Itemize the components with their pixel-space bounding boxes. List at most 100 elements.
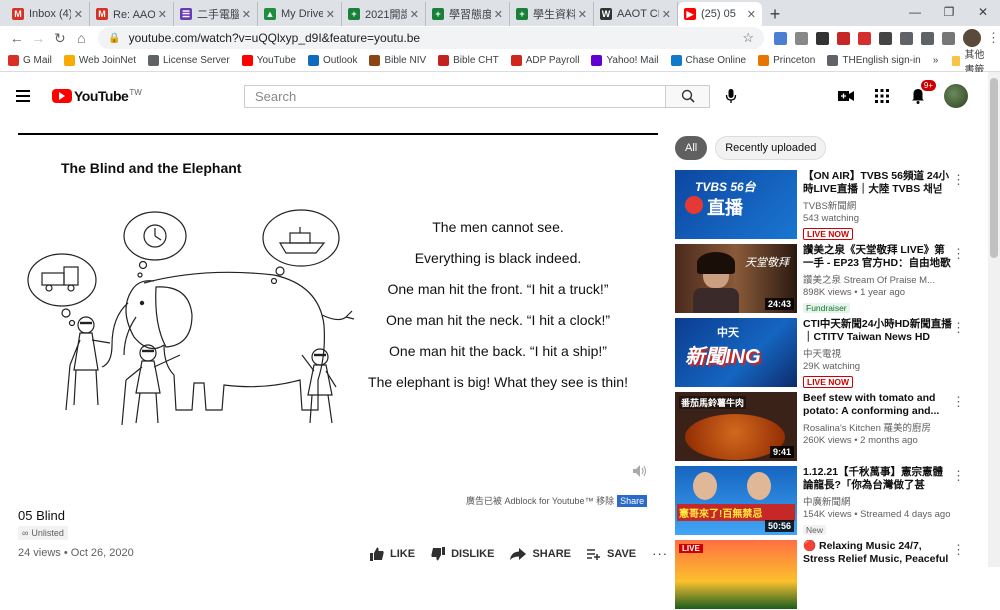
- home-icon[interactable]: ⌂: [71, 27, 93, 49]
- recommended-title[interactable]: 🔴 Relaxing Music 24/7, Stress Relief Mus…: [803, 540, 953, 566]
- search-button[interactable]: [666, 84, 710, 108]
- close-tab-icon[interactable]: ✕: [74, 8, 83, 21]
- profile-avatar[interactable]: [963, 29, 981, 47]
- extension-icon[interactable]: [858, 31, 871, 45]
- close-tab-icon[interactable]: ✕: [747, 8, 756, 21]
- video-thumbnail[interactable]: 中天 新聞ING: [675, 318, 797, 387]
- bookmark-item[interactable]: THEnglish sign-in: [827, 55, 921, 66]
- recommended-title[interactable]: CTI中天新聞24小時HD新聞直播 ｜CTITV Taiwan News HD …: [803, 318, 953, 344]
- more-options-icon[interactable]: ⋮: [952, 468, 965, 484]
- browser-tab[interactable]: + 學習態度評✕: [426, 2, 510, 26]
- chevron-more-icon[interactable]: »: [933, 55, 939, 66]
- browser-tab[interactable]: ▲ My Drive - ✕: [258, 2, 342, 26]
- channel-name[interactable]: 中廣新聞網: [803, 494, 953, 508]
- browser-tab[interactable]: ▶ (25) 05 ✕: [678, 2, 762, 26]
- filter-chip[interactable]: Recently uploaded: [715, 136, 827, 160]
- more-options-icon[interactable]: ⋮: [952, 246, 965, 262]
- other-bookmarks[interactable]: 其他書籤: [964, 46, 994, 76]
- bookmark-item[interactable]: License Server: [147, 55, 230, 66]
- video-thumbnail[interactable]: 憲哥來了!百無禁忌 50:56: [675, 466, 797, 535]
- share-button[interactable]: SHARE: [510, 547, 571, 560]
- video-thumbnail[interactable]: TVBS 56台 直播: [675, 170, 797, 239]
- recommended-title[interactable]: 讚美之泉《天堂敬拜 LIVE》第一手 - EP23 官方HD：自由地歌唱...: [803, 244, 953, 270]
- recommended-video[interactable]: 番茄馬鈴薯牛肉 9:41 Beef stew with tomato and po…: [675, 392, 975, 462]
- bookmark-item[interactable]: ADP Payroll: [510, 55, 579, 66]
- bookmark-item[interactable]: G Mail: [8, 55, 52, 66]
- maximize-icon[interactable]: ❐: [932, 0, 966, 24]
- extension-icon[interactable]: [879, 31, 892, 45]
- forward-icon[interactable]: →: [28, 27, 50, 49]
- more-options-icon[interactable]: ⋮: [952, 320, 965, 336]
- browser-tab[interactable]: M Re: AAOT最✕: [90, 2, 174, 26]
- bookmark-item[interactable]: Princeton: [758, 55, 815, 66]
- menu-icon[interactable]: ⋮: [987, 30, 1000, 46]
- close-tab-icon[interactable]: ✕: [326, 8, 335, 21]
- bookmark-item[interactable]: Yahoo! Mail: [591, 55, 659, 66]
- recommended-title[interactable]: 【ON AIR】TVBS 56頻道 24小時LIVE直播｜大陸 TVBS 채넏5…: [803, 170, 953, 196]
- recommended-title[interactable]: Beef stew with tomato and potato: A conf…: [803, 392, 953, 418]
- search-input[interactable]: Search: [244, 84, 666, 108]
- dislike-button[interactable]: DISLIKE: [431, 546, 494, 561]
- recommended-video[interactable]: 中天 新聞ING CTI中天新聞24小時HD新聞直播 ｜CTITV Taiwan…: [675, 318, 975, 388]
- browser-tab[interactable]: ☰ 二手電腦與✕: [174, 2, 258, 26]
- recommended-video[interactable]: LIVE 🔴 Relaxing Music 24/7, Stress Relie…: [675, 540, 975, 610]
- recommended-video[interactable]: TVBS 56台 直播 【ON AIR】TVBS 56頻道 24小時LIVE直播…: [675, 170, 975, 240]
- save-button[interactable]: SAVE: [586, 548, 636, 560]
- bookmark-item[interactable]: Bible CHT: [438, 55, 499, 66]
- browser-tab[interactable]: W AAOT CMS✕: [594, 2, 678, 26]
- more-options-icon[interactable]: ⋮: [952, 394, 965, 410]
- extension-icon[interactable]: [795, 31, 808, 45]
- close-tab-icon[interactable]: ✕: [158, 8, 167, 21]
- channel-name[interactable]: TVBS新聞網: [803, 198, 953, 212]
- close-tab-icon[interactable]: ✕: [494, 8, 503, 21]
- bookmark-item[interactable]: Outlook: [307, 55, 357, 66]
- bookmark-item[interactable]: Chase Online: [670, 55, 746, 66]
- recommended-title[interactable]: 1.12.21【千秋萬事】憲宗憲體論龍長?「你為台灣做了甚麼?」...: [803, 466, 953, 492]
- hamburger-menu-icon[interactable]: [16, 84, 40, 108]
- bookmark-item[interactable]: Bible NIV: [369, 55, 426, 66]
- playlist-icon[interactable]: [921, 31, 934, 45]
- reload-icon[interactable]: ↻: [49, 27, 71, 49]
- recommended-video[interactable]: 憲哥來了!百無禁忌 50:56 1.12.21【千秋萬事】憲宗憲體論龍長?「你為台…: [675, 466, 975, 536]
- channel-name[interactable]: Rosalina's Kitchen 羅美的廚房: [803, 420, 953, 434]
- browser-tab[interactable]: M Inbox (4) - ✕: [6, 2, 90, 26]
- filter-chip[interactable]: All: [675, 136, 708, 160]
- bookmark-item[interactable]: YouTube: [241, 55, 296, 66]
- more-options-icon[interactable]: ⋮: [952, 172, 965, 188]
- more-options-icon[interactable]: ⋮: [952, 542, 965, 558]
- youtube-logo[interactable]: YouTube TW: [52, 88, 142, 104]
- browser-tab[interactable]: +2021開課清✕: [342, 2, 426, 26]
- extension-icon[interactable]: [774, 31, 787, 45]
- volume-mute-icon[interactable]: [632, 464, 648, 483]
- bookmarks-overflow[interactable]: » 其他書籤: [933, 46, 994, 76]
- page-scrollbar[interactable]: [988, 72, 1000, 567]
- more-actions-icon[interactable]: ···: [652, 546, 668, 561]
- recommended-video[interactable]: 天堂敬拜 24:43 讚美之泉《天堂敬拜 LIVE》第一手 - EP23 官方HD…: [675, 244, 975, 314]
- new-tab-button[interactable]: +: [762, 2, 788, 26]
- close-tab-icon[interactable]: ✕: [410, 8, 419, 21]
- bookmark-star-icon[interactable]: ☆: [742, 30, 754, 46]
- adblock-share-button[interactable]: Share: [617, 494, 648, 507]
- close-tab-icon[interactable]: ✕: [242, 8, 251, 21]
- close-tab-icon[interactable]: ✕: [662, 8, 671, 21]
- close-window-icon[interactable]: ✕: [966, 0, 1000, 24]
- apps-grid-icon[interactable]: [872, 86, 892, 106]
- video-player[interactable]: The Blind and the Elephant The men canno…: [18, 133, 658, 493]
- video-thumbnail[interactable]: 番茄馬鈴薯牛肉 9:41: [675, 392, 797, 461]
- close-tab-icon[interactable]: ✕: [578, 8, 587, 21]
- puzzle-icon[interactable]: [900, 31, 913, 45]
- notifications-bell-icon[interactable]: 9+: [908, 80, 936, 106]
- extension-icon[interactable]: [816, 31, 829, 45]
- video-thumbnail[interactable]: LIVE: [675, 540, 797, 609]
- back-icon[interactable]: ←: [6, 27, 28, 49]
- like-button[interactable]: LIKE: [370, 547, 415, 561]
- scrollbar-thumb[interactable]: [990, 78, 998, 258]
- channel-name[interactable]: 中天電視: [803, 346, 953, 360]
- extension-icon[interactable]: [942, 31, 955, 45]
- channel-name[interactable]: 讚美之泉 Stream Of Praise M...: [803, 272, 953, 286]
- microphone-icon[interactable]: [722, 87, 740, 105]
- minimize-icon[interactable]: —: [898, 0, 932, 24]
- browser-tab[interactable]: + 學生資料表✕: [510, 2, 594, 26]
- create-video-icon[interactable]: [836, 86, 856, 106]
- video-thumbnail[interactable]: 天堂敬拜 24:43: [675, 244, 797, 313]
